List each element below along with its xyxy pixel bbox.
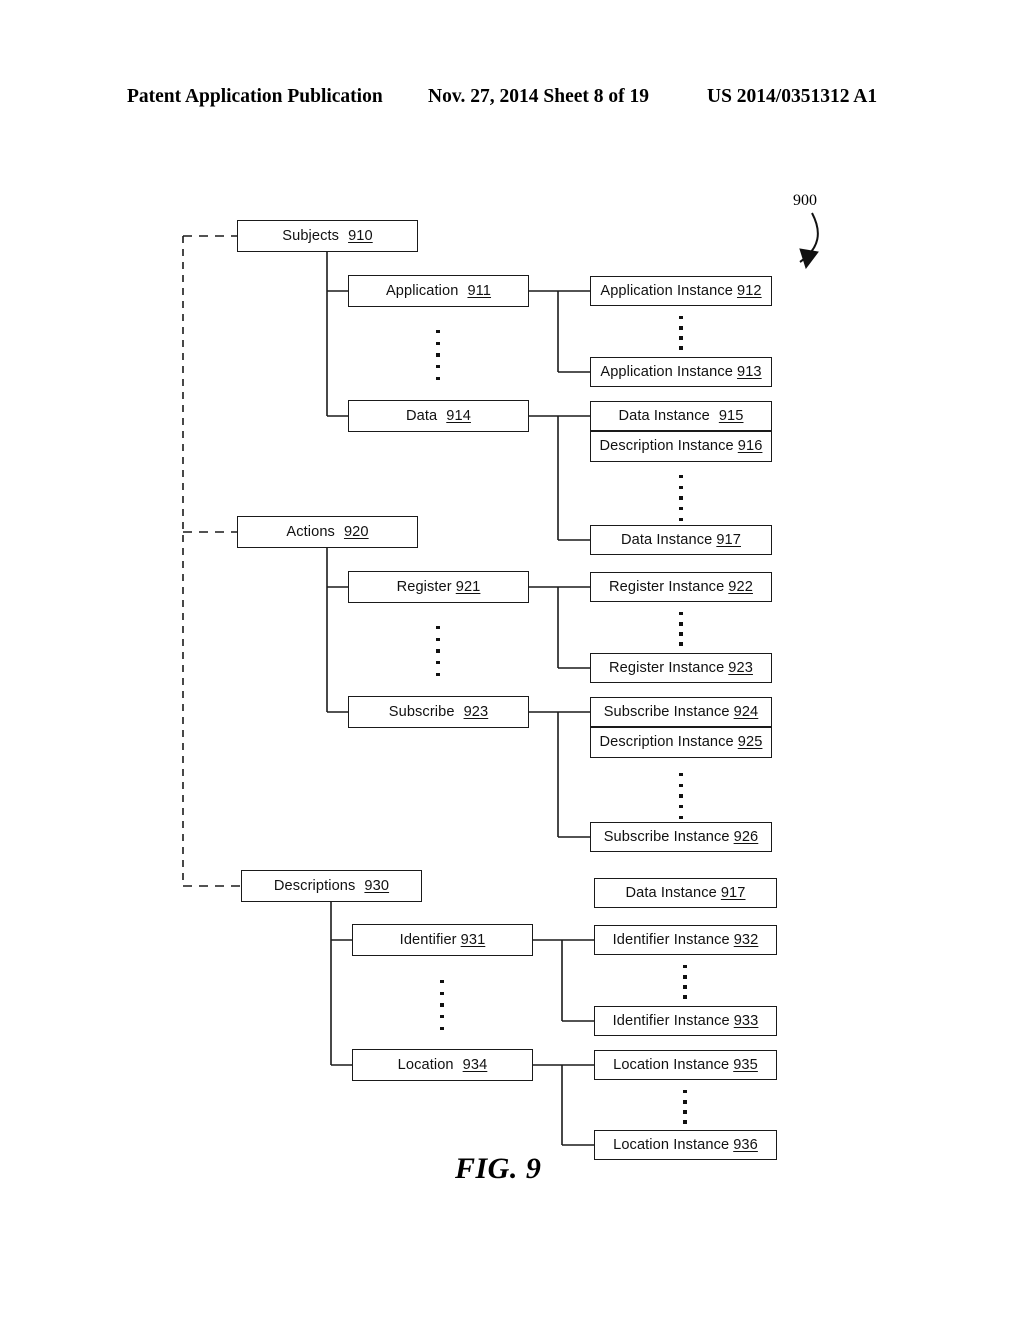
node-application-ref: 911 (467, 282, 492, 299)
node-identifier-instance-932-label: Identifier Instance (612, 931, 730, 948)
node-identifier-instance-932-ref: 932 (733, 931, 759, 948)
node-actions-label: Actions (286, 523, 335, 540)
node-application-instance-912-ref: 912 (736, 282, 762, 299)
node-subscribe-label: Subscribe (388, 703, 455, 720)
node-actions: Actions 920 (237, 516, 418, 548)
node-identifier-ref: 931 (460, 931, 486, 948)
ellipsis-actions-children (433, 626, 443, 676)
node-application-instance-912: Application Instance 912 (590, 276, 772, 306)
node-description-instance-916: Description Instance 916 (590, 431, 772, 462)
node-subjects-label: Subjects (282, 227, 340, 244)
node-identifier-instance-933: Identifier Instance 933 (594, 1006, 777, 1036)
node-identifier-label: Identifier (399, 931, 457, 948)
node-data-instance-917-label: Data Instance (620, 531, 713, 548)
node-subscribe: Subscribe 923 (348, 696, 529, 728)
ellipsis-descriptions-children (437, 980, 447, 1030)
node-subscribe-instance-926: Subscribe Instance 926 (590, 822, 772, 852)
node-application-label: Application (385, 282, 459, 299)
node-register-instance-922: Register Instance 922 (590, 572, 772, 602)
node-location-instance-936-ref: 936 (733, 1136, 758, 1153)
connector-lines (182, 212, 819, 1146)
node-subscribe-ref: 923 (463, 703, 489, 720)
figure-caption: FIG. 9 (455, 1152, 542, 1185)
node-data: Data 914 (348, 400, 529, 432)
node-subjects: Subjects 910 (237, 220, 418, 252)
ellipsis-register-instances (676, 612, 686, 656)
node-identifier-instance-933-ref: 933 (733, 1012, 759, 1029)
node-subscribe-instance-926-ref: 926 (733, 828, 759, 845)
node-register-instance-923-label: Register Instance (609, 659, 725, 676)
diagram-reference-900: 900 (793, 192, 817, 209)
node-actions-ref: 920 (343, 523, 369, 540)
ellipsis-subscribe-instances (676, 773, 686, 819)
node-data-instance-915: Data Instance 915 (590, 401, 772, 431)
node-descriptions-ref: 930 (364, 877, 390, 894)
node-location-instance-935-ref: 935 (733, 1056, 758, 1073)
node-description-instance-916-label: Description Instance (599, 438, 734, 455)
node-identifier-instance-933-label: Identifier Instance (612, 1012, 730, 1029)
node-data-ref: 914 (446, 407, 471, 424)
node-register-instance-923: Register Instance 923 (590, 653, 772, 683)
node-identifier-instance-932: Identifier Instance 932 (594, 925, 777, 955)
node-application-instance-913-label: Application Instance (600, 363, 733, 380)
node-register: Register 921 (348, 571, 529, 603)
figure-9-diagram: 900 Subjects 910 Application 911 Applica… (0, 0, 1024, 1320)
ellipsis-data-instances (676, 475, 686, 521)
reference-900-leader (799, 212, 819, 270)
node-location-instance-936: Location Instance 936 (594, 1130, 777, 1160)
node-register-label: Register (396, 578, 452, 595)
ellipsis-application-instances (676, 316, 686, 360)
node-location-instance-936-label: Location Instance (613, 1136, 730, 1153)
node-subscribe-instance-926-label: Subscribe Instance (603, 828, 730, 845)
node-descriptions-label: Descriptions (273, 877, 356, 894)
ellipsis-subjects-children (433, 330, 443, 380)
node-application: Application 911 (348, 275, 529, 307)
node-subjects-ref: 910 (348, 227, 373, 244)
node-location: Location 934 (352, 1049, 533, 1081)
node-data-instance-915-label: Data Instance (618, 407, 710, 424)
node-description-instance-916-ref: 916 (737, 438, 763, 455)
node-register-ref: 921 (455, 578, 481, 595)
node-data-label: Data (406, 407, 438, 424)
node-subscribe-instance-924: Subscribe Instance 924 (590, 697, 772, 727)
node-description-instance-925: Description Instance 925 (590, 727, 772, 758)
node-application-instance-912-label: Application Instance (600, 282, 733, 299)
node-register-instance-923-ref: 923 (728, 659, 753, 676)
node-description-instance-925-ref: 925 (737, 734, 763, 751)
node-subscribe-instance-924-label: Subscribe Instance (603, 703, 730, 720)
node-data-instance-917-loose-ref: 917 (720, 884, 746, 901)
node-data-instance-915-ref: 915 (718, 407, 744, 424)
node-location-instance-935: Location Instance 935 (594, 1050, 777, 1080)
ellipsis-identifier-instances (680, 965, 690, 1009)
node-data-instance-917-ref: 917 (716, 531, 741, 548)
node-location-ref: 934 (462, 1056, 488, 1073)
node-descriptions: Descriptions 930 (241, 870, 422, 902)
node-description-instance-925-label: Description Instance (599, 734, 734, 751)
node-register-instance-922-ref: 922 (728, 578, 753, 595)
node-data-instance-917-loose: Data Instance 917 (594, 878, 777, 908)
node-application-instance-913: Application Instance 913 (590, 357, 772, 387)
node-subscribe-instance-924-ref: 924 (733, 703, 759, 720)
node-identifier: Identifier 931 (352, 924, 533, 956)
ellipsis-location-instances (680, 1090, 690, 1134)
node-data-instance-917: Data Instance 917 (590, 525, 772, 555)
node-application-instance-913-ref: 913 (736, 363, 762, 380)
node-location-label: Location (397, 1056, 454, 1073)
node-location-instance-935-label: Location Instance (613, 1056, 730, 1073)
node-register-instance-922-label: Register Instance (609, 578, 725, 595)
node-data-instance-917-loose-label: Data Instance (625, 884, 717, 901)
